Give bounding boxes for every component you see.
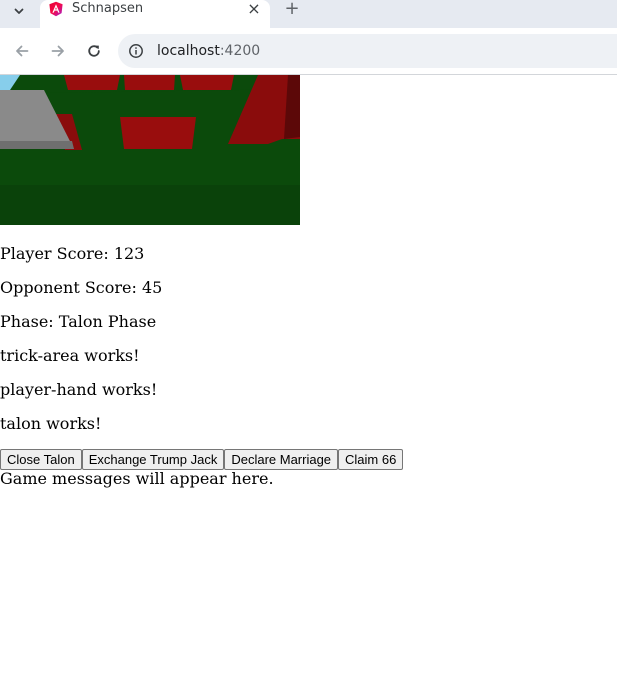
opponent-card-2 bbox=[124, 75, 175, 90]
table-shadow bbox=[0, 185, 300, 225]
arrow-right-icon bbox=[51, 45, 64, 57]
forward-button[interactable] bbox=[46, 39, 70, 63]
page-content: Player Score: 123 Opponent Score: 45 Pha… bbox=[0, 75, 617, 698]
declare-marriage-button[interactable]: Declare Marriage bbox=[224, 449, 339, 470]
browser-tabstrip: Schnapsen × + bbox=[0, 0, 617, 28]
trick-card bbox=[120, 117, 196, 149]
arrow-left-icon bbox=[16, 45, 29, 57]
site-info-icon[interactable] bbox=[128, 43, 144, 59]
game-actions: Close Talon Exchange Trump Jack Declare … bbox=[0, 449, 404, 470]
tab-title: Schnapsen bbox=[72, 1, 144, 16]
trick-area-status: trick-area works! bbox=[0, 346, 140, 365]
close-talon-button[interactable]: Close Talon bbox=[0, 449, 82, 470]
opponent-card-1 bbox=[64, 75, 120, 90]
talon-status: talon works! bbox=[0, 414, 102, 433]
reload-icon bbox=[88, 45, 100, 57]
back-button[interactable] bbox=[10, 39, 34, 63]
browser-toolbar: localhost:4200 bbox=[0, 28, 617, 75]
chevron-down-icon bbox=[14, 8, 24, 14]
reload-button[interactable] bbox=[82, 39, 106, 63]
tab-search-button[interactable] bbox=[6, 0, 32, 22]
game-message: Game messages will appear here. bbox=[0, 469, 274, 488]
opponent-score: Opponent Score: 45 bbox=[0, 278, 163, 297]
angular-logo-icon bbox=[49, 1, 63, 17]
address-bar[interactable]: localhost:4200 bbox=[118, 34, 617, 68]
game-phase: Phase: Talon Phase bbox=[0, 312, 157, 331]
new-tab-icon[interactable]: + bbox=[282, 0, 302, 18]
browser-tab-active[interactable]: Schnapsen × bbox=[40, 0, 270, 28]
exchange-trump-jack-button[interactable]: Exchange Trump Jack bbox=[81, 449, 225, 470]
close-tab-icon[interactable]: × bbox=[246, 0, 262, 18]
opponent-card-3 bbox=[180, 75, 234, 90]
url-text[interactable]: localhost:4200 bbox=[157, 34, 260, 68]
player-hand-status: player-hand works! bbox=[0, 380, 158, 399]
url-host: localhost bbox=[157, 43, 220, 59]
talon-stack-edge bbox=[0, 141, 74, 149]
url-port: :4200 bbox=[219, 43, 261, 59]
player-score: Player Score: 123 bbox=[0, 244, 145, 263]
game-3d-scene[interactable] bbox=[0, 75, 300, 225]
claim-66-button[interactable]: Claim 66 bbox=[338, 449, 404, 470]
